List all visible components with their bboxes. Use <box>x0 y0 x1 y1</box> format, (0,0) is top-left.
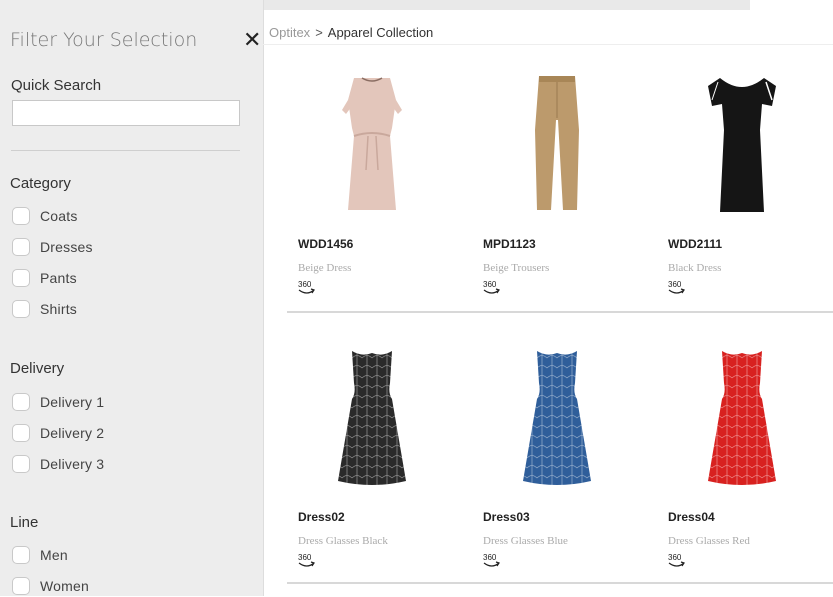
product-image[interactable] <box>472 343 642 503</box>
rotate-360-label: 360 <box>668 553 682 562</box>
product-name: Dress Glasses Blue <box>483 535 568 547</box>
product-code: Dress03 <box>483 510 530 524</box>
checkbox[interactable] <box>12 207 30 225</box>
rotate-360-label: 360 <box>668 280 682 289</box>
rotate-360-icon[interactable]: 360 <box>483 280 505 295</box>
product-name: Dress Glasses Black <box>298 535 388 547</box>
filter-option-delivery-3[interactable]: Delivery 3 <box>12 453 104 475</box>
product-code: Dress02 <box>298 510 345 524</box>
sidebar-title: Filter Your Selection <box>10 29 198 51</box>
product-name: Beige Trousers <box>483 262 550 274</box>
rotate-360-icon[interactable]: 360 <box>668 553 690 568</box>
rotate-360-icon[interactable]: 360 <box>298 280 320 295</box>
breadcrumb-root-link[interactable]: Optitex <box>269 25 310 40</box>
checkbox[interactable] <box>12 546 30 564</box>
option-label: Pants <box>40 270 77 286</box>
filter-option-coats[interactable]: Coats <box>12 205 78 227</box>
product-code: WDD1456 <box>298 237 354 251</box>
product-card-dress04[interactable]: Dress04 Dress Glasses Red 360 <box>657 343 827 583</box>
product-card-wdd1456[interactable]: WDD1456 Beige Dress 360 <box>287 70 457 310</box>
checkbox[interactable] <box>12 300 30 318</box>
quick-search-label: Quick Search <box>11 77 102 94</box>
product-name: Black Dress <box>668 262 722 274</box>
product-card-mpd1123[interactable]: MPD1123 Beige Trousers 360 <box>472 70 642 310</box>
filter-option-delivery-1[interactable]: Delivery 1 <box>12 391 104 413</box>
product-image[interactable] <box>657 343 827 503</box>
breadcrumb-current: Apparel Collection <box>327 25 434 40</box>
product-image[interactable] <box>287 70 457 230</box>
checkbox[interactable] <box>12 455 30 473</box>
sidebar-divider <box>11 150 240 151</box>
checkbox[interactable] <box>12 238 30 256</box>
rotate-360-icon[interactable]: 360 <box>298 553 320 568</box>
option-label: Delivery 3 <box>40 456 105 472</box>
option-label: Women <box>40 578 89 594</box>
checkbox[interactable] <box>12 424 30 442</box>
category-group-title: Category <box>10 175 71 192</box>
product-code: MPD1123 <box>483 237 536 251</box>
product-card-wdd2111[interactable]: WDD2111 Black Dress 360 <box>657 70 827 310</box>
checkbox[interactable] <box>12 393 30 411</box>
option-label: Dresses <box>40 239 93 255</box>
filter-option-shirts[interactable]: Shirts <box>12 298 77 320</box>
top-strip <box>183 0 750 10</box>
option-label: Delivery 1 <box>40 394 105 410</box>
option-label: Men <box>40 547 68 563</box>
filter-option-pants[interactable]: Pants <box>12 267 77 289</box>
product-code: WDD2111 <box>668 237 723 251</box>
product-image[interactable] <box>472 70 642 230</box>
close-icon[interactable]: ✕ <box>243 28 261 53</box>
filter-option-women[interactable]: Women <box>12 575 89 597</box>
product-image[interactable] <box>657 70 827 230</box>
filter-option-delivery-2[interactable]: Delivery 2 <box>12 422 104 444</box>
option-label: Coats <box>40 208 78 224</box>
delivery-group-title: Delivery <box>10 360 65 377</box>
header-divider <box>263 44 833 45</box>
filter-option-men[interactable]: Men <box>12 544 68 566</box>
rotate-360-icon[interactable]: 360 <box>483 553 505 568</box>
product-image[interactable] <box>287 343 457 503</box>
row-divider <box>287 311 833 313</box>
checkbox[interactable] <box>12 577 30 595</box>
rotate-360-label: 360 <box>298 280 312 289</box>
product-card-dress02[interactable]: Dress02 Dress Glasses Black 360 <box>287 343 457 583</box>
option-label: Shirts <box>40 301 77 317</box>
line-group-title: Line <box>10 514 39 531</box>
row-divider <box>287 582 833 584</box>
quick-search-input[interactable] <box>12 100 240 126</box>
product-name: Beige Dress <box>298 262 352 274</box>
rotate-360-label: 360 <box>298 553 312 562</box>
option-label: Delivery 2 <box>40 425 105 441</box>
filter-sidebar: Filter Your Selection ✕ Quick Search Cat… <box>0 0 264 596</box>
breadcrumb-separator: > <box>315 25 323 40</box>
filter-option-dresses[interactable]: Dresses <box>12 236 93 258</box>
breadcrumb: Optitex > Apparel Collection <box>269 25 433 40</box>
product-code: Dress04 <box>668 510 715 524</box>
rotate-360-icon[interactable]: 360 <box>668 280 690 295</box>
checkbox[interactable] <box>12 269 30 287</box>
rotate-360-label: 360 <box>483 280 497 289</box>
product-card-dress03[interactable]: Dress03 Dress Glasses Blue 360 <box>472 343 642 583</box>
product-name: Dress Glasses Red <box>668 535 750 547</box>
rotate-360-label: 360 <box>483 553 497 562</box>
